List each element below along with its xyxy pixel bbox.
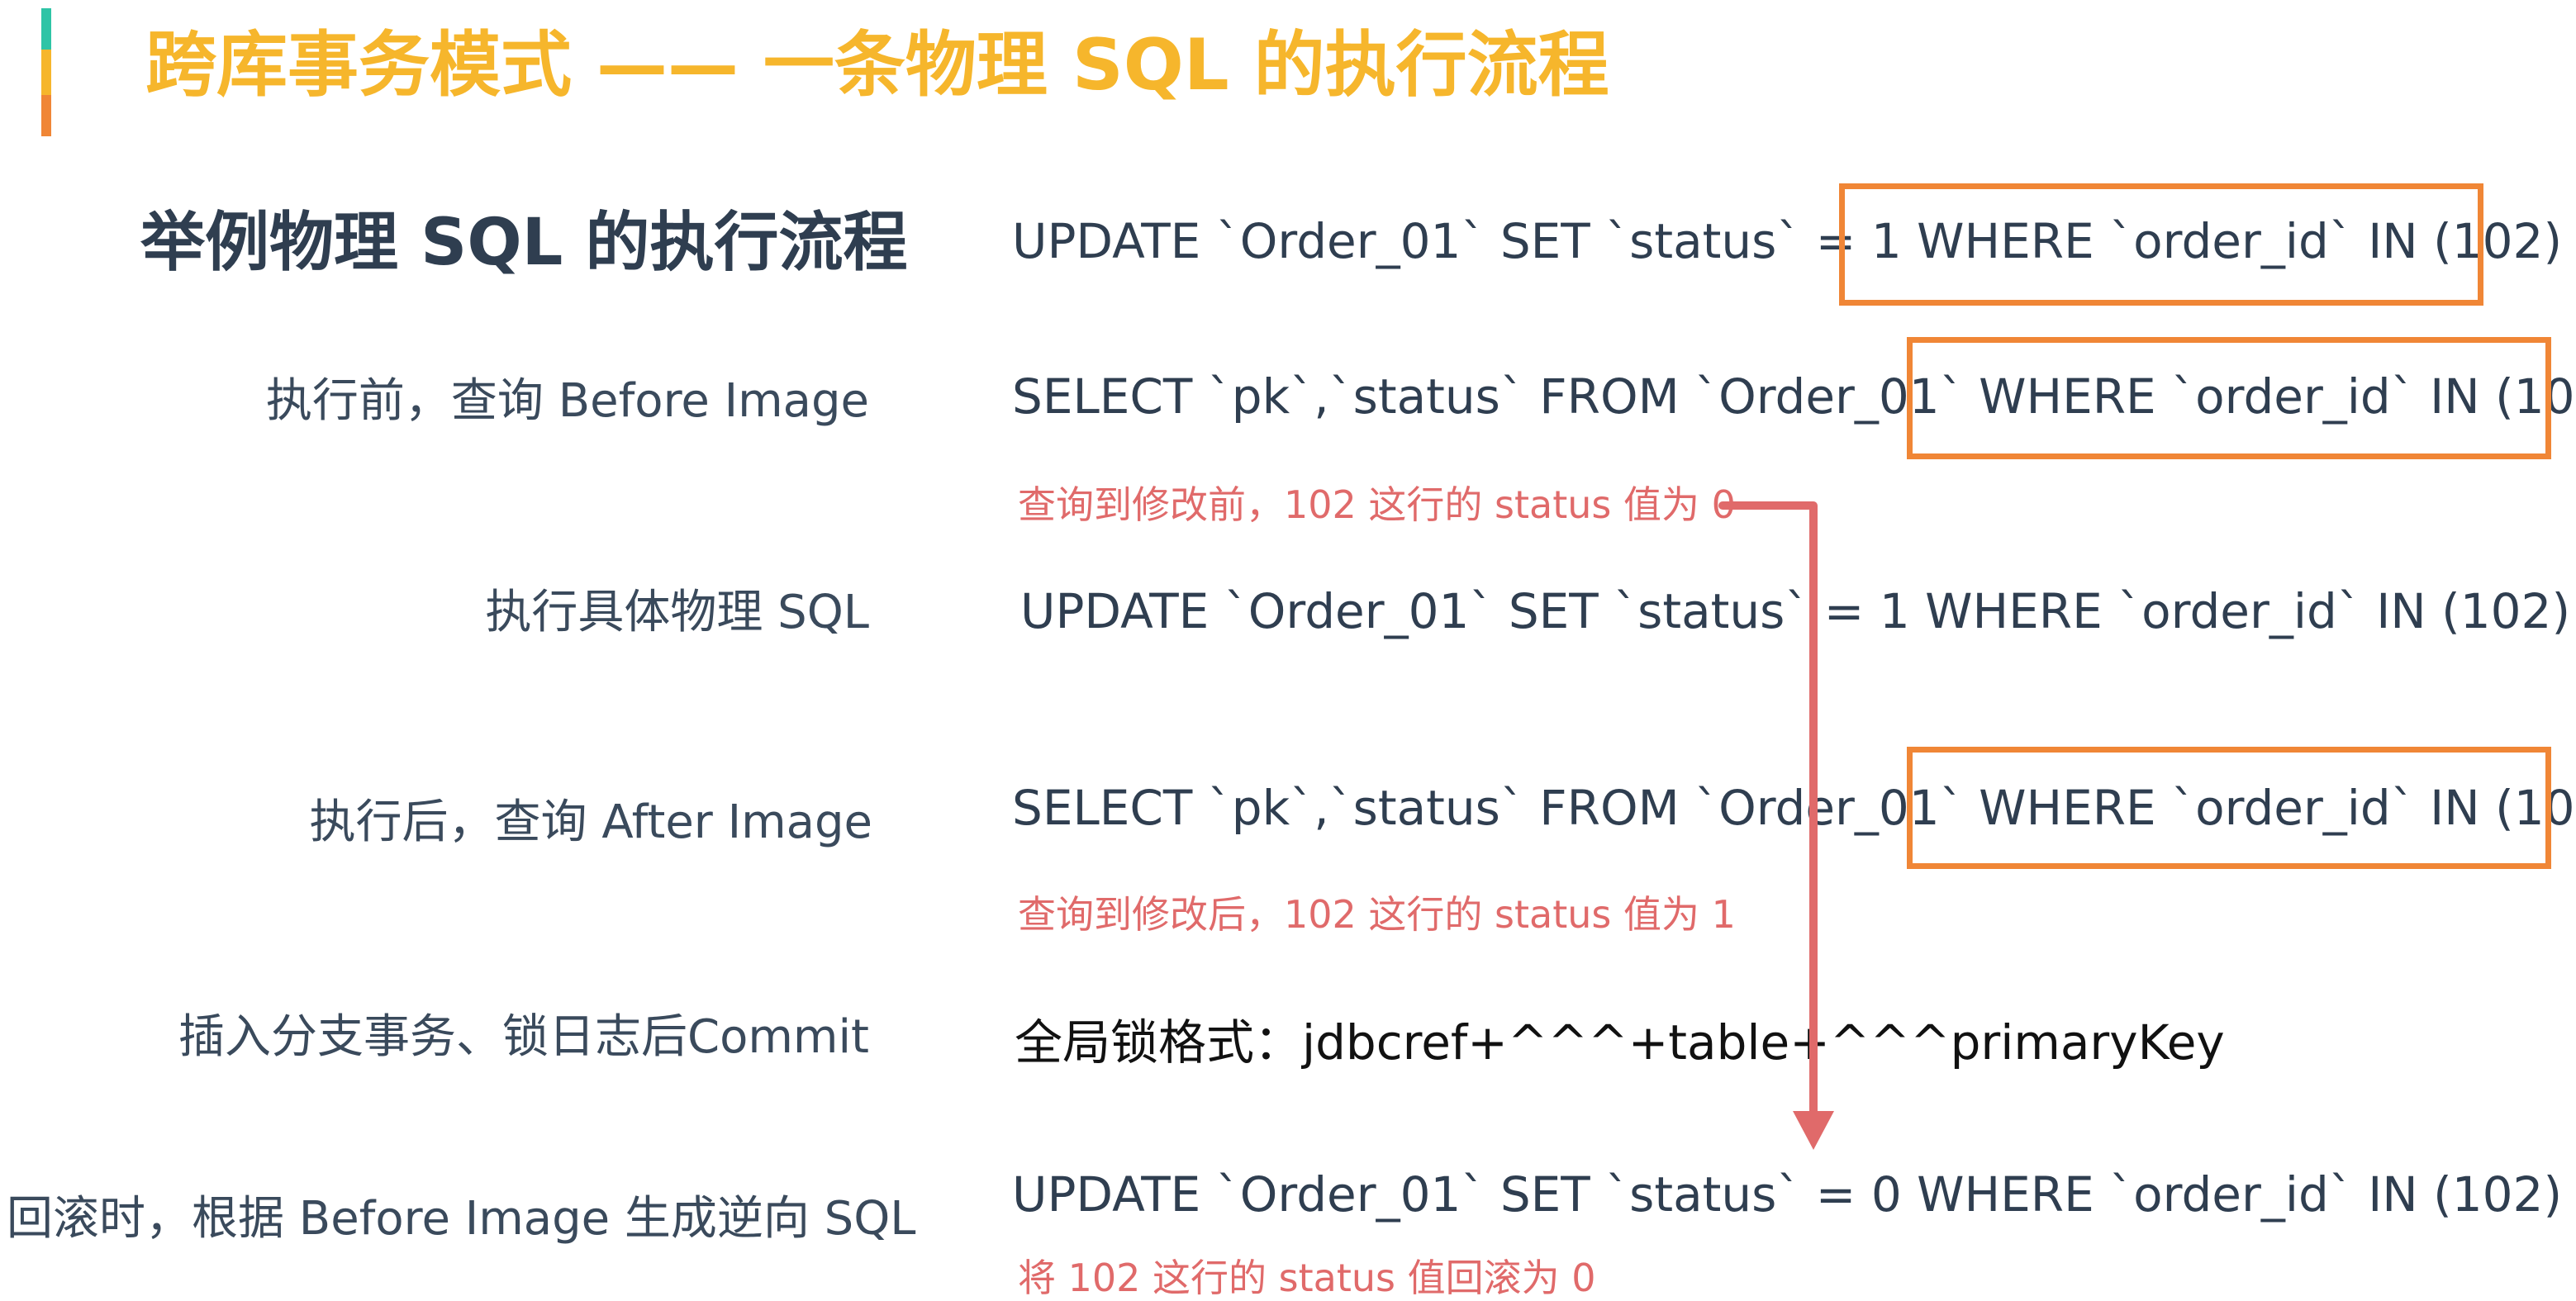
before-image-to-rollback-arrow — [1718, 501, 1834, 1150]
